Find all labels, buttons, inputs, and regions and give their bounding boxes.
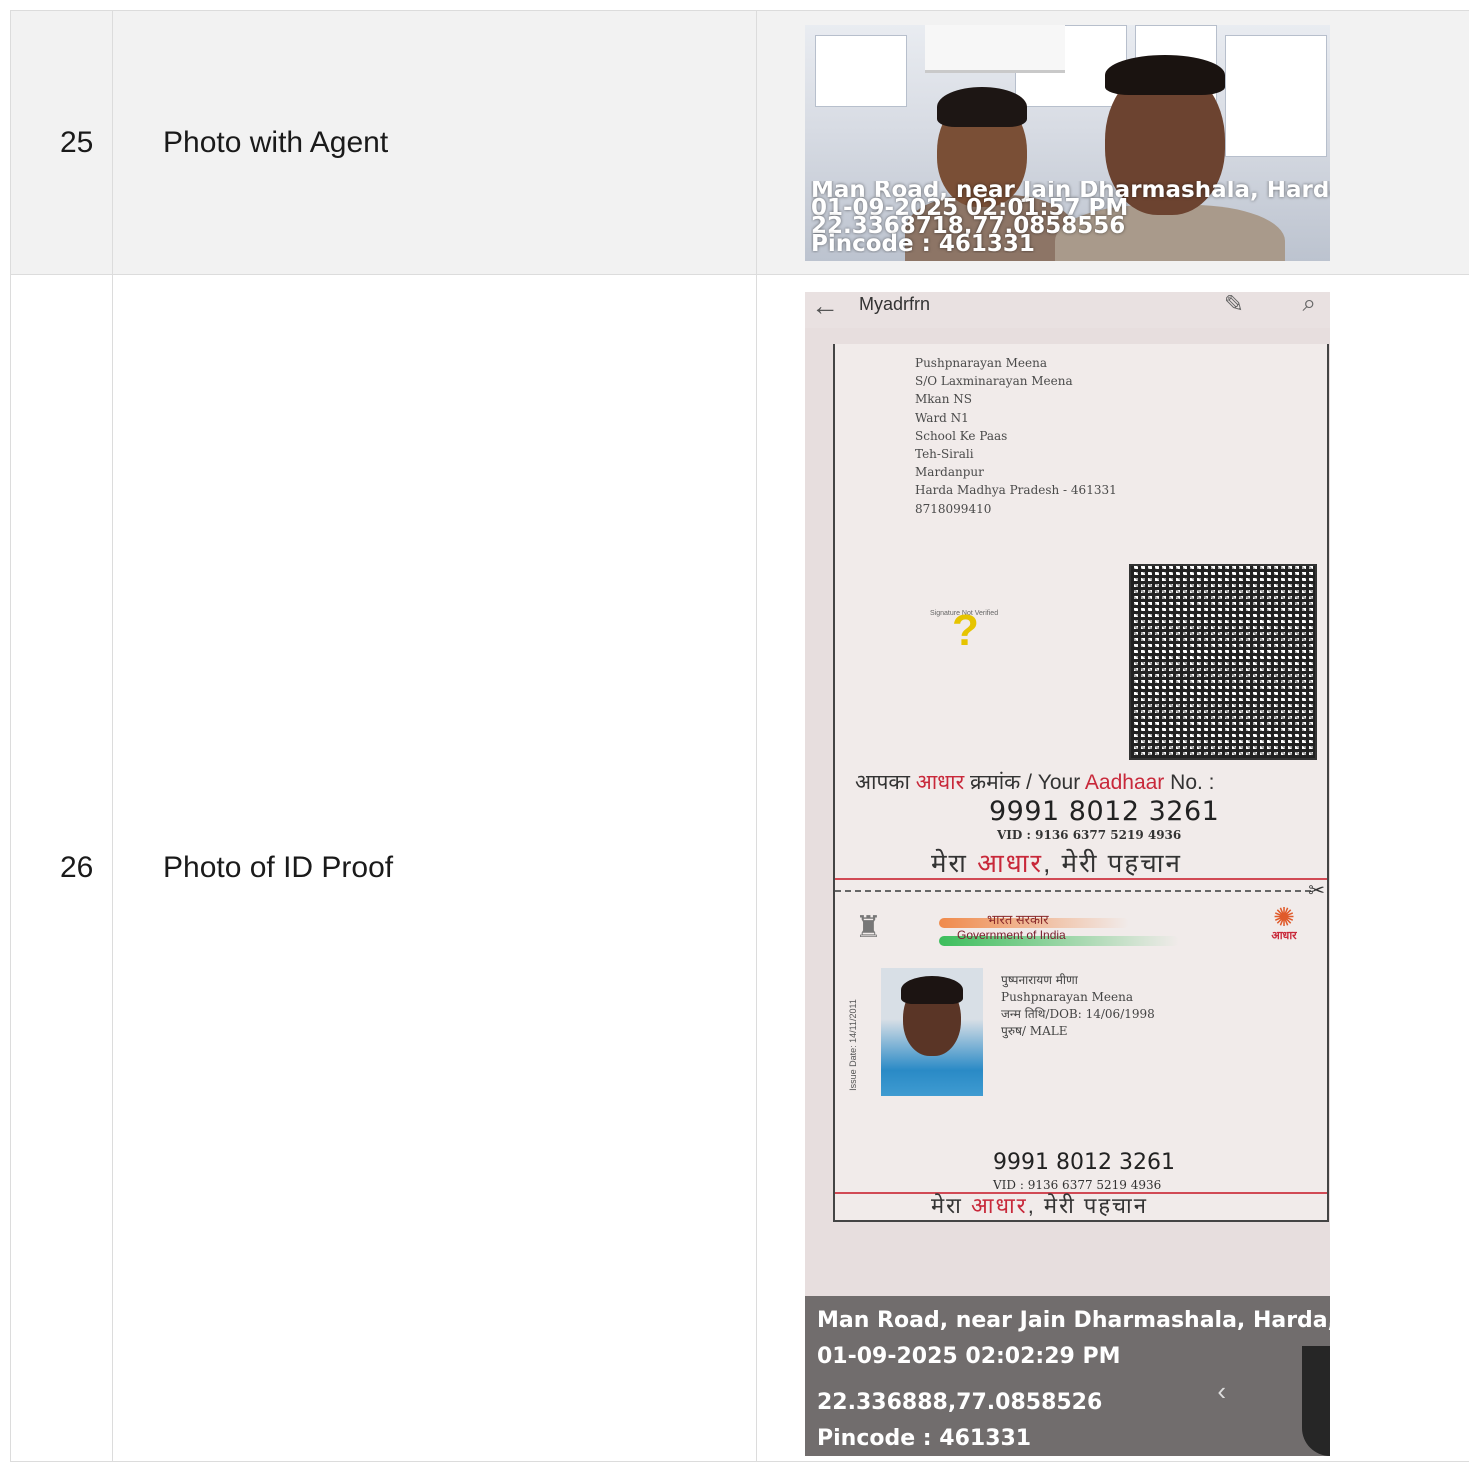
holder-name: Pushpnarayan Meena <box>1001 990 1133 1004</box>
geotag-address: Man Road, near Jain Dharmashala, Harda, … <box>817 1308 1330 1333</box>
geotag-overlay: Man Road, near Jain Dharmashala, Harda, … <box>811 181 1330 253</box>
tagline-part: मेरा <box>931 1193 971 1218</box>
tagline-part: , मेरी पहचान <box>1043 848 1182 878</box>
pencil-icon: ✎ <box>1223 292 1244 318</box>
table-row: 25 Photo with Agent Man Road, near Jain … <box>10 11 1469 275</box>
tagline: मेरा आधार, मेरी पहचान <box>931 844 1182 880</box>
national-emblem-icon: ♜ <box>855 911 882 944</box>
signature-stamp: Signature Not Verified ? <box>930 606 1015 660</box>
holder-photo <box>881 968 983 1096</box>
aadhaar-number-label: आपका आधार क्रमांक / Your Aadhaar No. : <box>855 768 1215 796</box>
wall-poster <box>815 34 907 107</box>
holder-hair <box>901 976 963 1004</box>
issue-date: Issue Date: 14/11/2011 <box>847 999 858 1091</box>
table-row: 26 Photo of ID Proof ← Myadrfrn ✎ ⌕ Push… <box>10 275 1469 1462</box>
question-mark-icon: ? <box>952 606 979 655</box>
geotag-datetime: 01-09-2025 02:02:29 PM <box>817 1344 1121 1369</box>
customer-hair <box>1105 54 1225 95</box>
row-number: 25 <box>10 11 112 274</box>
address-line: Teh-Sirali <box>915 447 974 462</box>
tagline-part: आधार <box>970 1193 1028 1218</box>
address-line: Ward N1 <box>915 410 969 425</box>
geotag-pincode: Pincode : 461331 <box>817 1426 1032 1451</box>
label-part: आधार <box>915 771 965 794</box>
address-line: Mardanpur <box>915 465 984 480</box>
address-line: Mkan NS <box>915 392 972 407</box>
image-cell: ← Myadrfrn ✎ ⌕ Pushpnarayan Meena S/O La… <box>756 275 1469 1461</box>
qr-code <box>1129 564 1317 760</box>
address-line: Pushpnarayan Meena <box>915 356 1047 370</box>
address-line: Harda Madhya Pradesh - 461331 <box>915 483 1117 498</box>
geotag-overlay: Man Road, near Jain Dharmashala, Harda, … <box>805 1296 1330 1456</box>
row-number: 26 <box>10 275 112 1461</box>
image-cell: Man Road, near Jain Dharmashala, Harda, … <box>756 11 1469 274</box>
label-part: क्रमांक / Your <box>964 771 1085 794</box>
label-part: आपका <box>855 771 916 794</box>
aadhaar-number: 9991 8012 3261 <box>989 796 1220 827</box>
app-bar: ← Myadrfrn ✎ ⌕ <box>805 292 1330 328</box>
holder-dob: जन्म तिथि/DOB: 14/06/1998 <box>1001 1007 1155 1021</box>
vid-number: VID : 9136 6377 5219 4936 <box>997 828 1182 842</box>
gov-english: Government of India <box>957 928 1066 942</box>
agent-hair <box>937 86 1027 127</box>
row-label: Photo of ID Proof <box>112 275 756 1461</box>
aadhaar-logo-text: आधार <box>1271 930 1297 942</box>
aadhaar-number: 9991 8012 3261 <box>993 1150 1175 1175</box>
row-label: Photo with Agent <box>112 11 756 274</box>
details-table: 25 Photo with Agent Man Road, near Jain … <box>10 10 1469 1462</box>
id-proof-photo[interactable]: ← Myadrfrn ✎ ⌕ Pushpnarayan Meena S/O La… <box>805 292 1330 1456</box>
address-line: School Ke Paas <box>915 428 1008 443</box>
search-icon: ⌕ <box>1302 292 1316 317</box>
tagline-part: मेरा <box>931 848 978 878</box>
tagline-part: , मेरी पहचान <box>1027 1193 1148 1218</box>
divider <box>835 878 1327 880</box>
tagline: मेरा आधार, मेरी पहचान <box>931 1190 1148 1220</box>
address-block: Pushpnarayan Meena S/O Laxminarayan Meen… <box>915 354 1117 518</box>
holder-details: पुष्पनारायण मीणा Pushpnarayan Meena जन्म… <box>1001 972 1155 1040</box>
app-title: Myadrfrn <box>859 294 931 314</box>
agent-photo[interactable]: Man Road, near Jain Dharmashala, Harda, … <box>805 24 1330 261</box>
air-conditioner <box>925 24 1065 73</box>
scissors-icon: ✂ <box>1308 880 1325 902</box>
address-line: 8718099410 <box>915 501 992 516</box>
chevron-left-icon: ‹ <box>1217 1376 1226 1406</box>
label-part: No. : <box>1164 771 1215 794</box>
tagline-part: आधार <box>977 848 1044 878</box>
geotag-coords: 22.336888,77.0858526 <box>817 1390 1103 1415</box>
address-line: S/O Laxminarayan Meena <box>915 374 1073 389</box>
cut-line <box>835 890 1311 892</box>
aadhaar-sun-icon: ✺ <box>1273 902 1295 932</box>
holder-name-hindi: पुष्पनारायण मीणा <box>1001 973 1078 987</box>
gov-hindi: भारत सरकार <box>987 912 1049 927</box>
arrow-left-icon: ← <box>811 292 839 321</box>
aadhaar-logo: ✺ आधार <box>1261 902 1307 943</box>
label-part: Aadhaar <box>1084 771 1165 794</box>
wall-poster <box>1225 34 1327 157</box>
aadhaar-letter: Pushpnarayan Meena S/O Laxminarayan Meen… <box>833 344 1329 1222</box>
holder-gender: पुरुष/ MALE <box>1001 1024 1068 1038</box>
